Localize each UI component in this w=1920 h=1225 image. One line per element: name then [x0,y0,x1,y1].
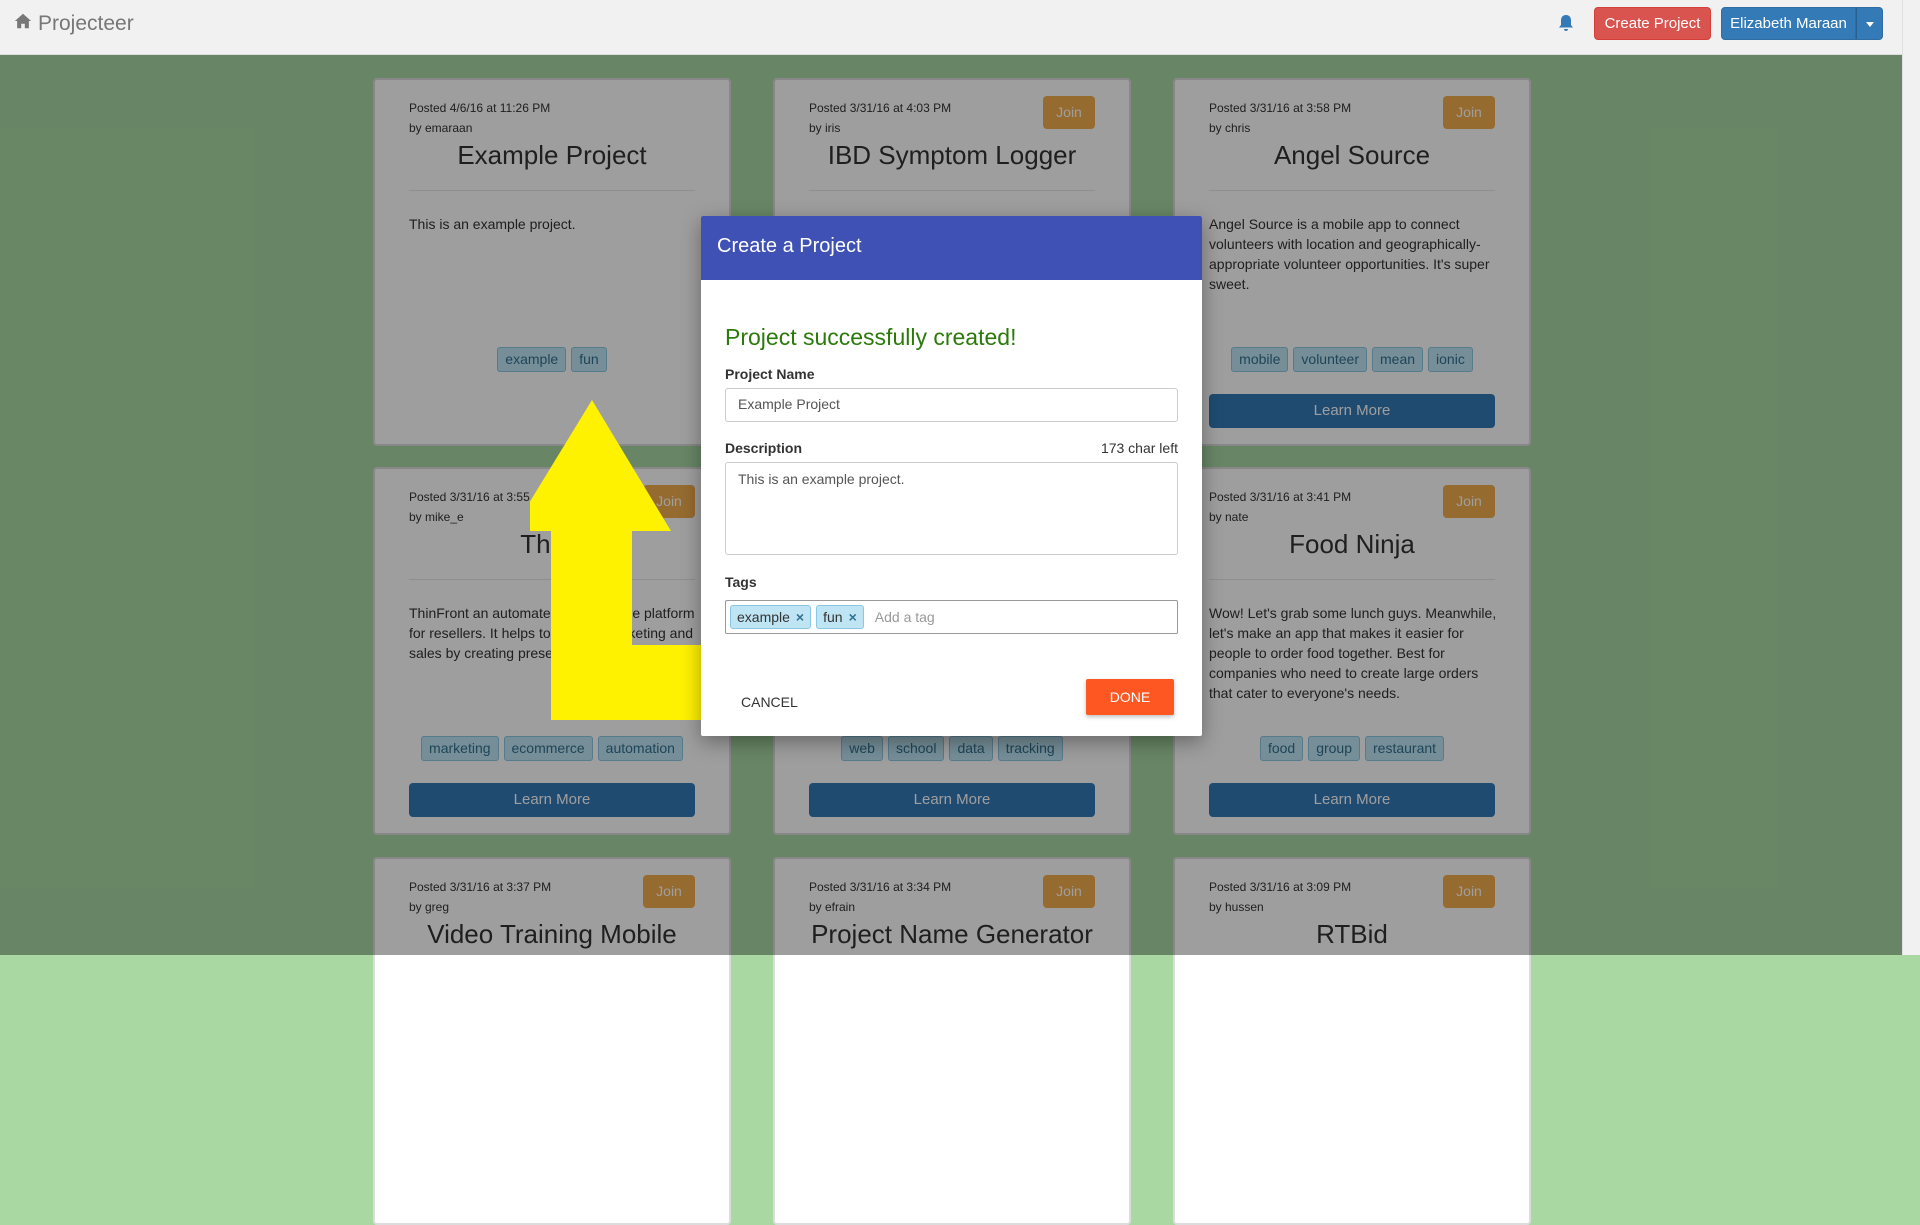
bell-icon[interactable] [1558,14,1574,32]
char-count: 173 char left [1100,440,1178,456]
success-message: Project successfully created! [725,324,1017,350]
brand-name: Projecteer [38,12,134,35]
project-name-input[interactable]: Example Project [725,388,1178,422]
modal-title: Create a Project [701,216,1202,280]
done-button[interactable]: DONE [1086,679,1174,715]
cancel-button[interactable]: CANCEL [741,694,798,710]
create-project-modal: Create a Project Project successfully cr… [701,216,1202,736]
brand-link[interactable]: Projecteer [14,12,134,36]
top-navbar: Projecteer Create Project Elizabeth Mara… [0,0,1902,55]
tag-chip: fun × [816,605,864,629]
tags-input[interactable]: example × fun × Add a tag [725,600,1178,634]
project-name-label: Project Name [725,366,815,382]
user-menu-button[interactable]: Elizabeth Maraan [1721,7,1856,40]
description-textarea[interactable]: This is an example project. [725,462,1178,555]
tag-chip: example × [730,605,812,629]
tags-label: Tags [725,574,757,590]
scrollbar[interactable] [1902,0,1920,955]
user-dropdown-toggle[interactable] [1856,7,1883,40]
home-icon [14,12,32,36]
description-label: Description [725,440,803,456]
create-project-button[interactable]: Create Project [1594,7,1711,40]
remove-tag-icon[interactable]: × [796,609,804,625]
remove-tag-icon[interactable]: × [849,609,857,625]
annotation-arrow [530,400,724,720]
add-tag-placeholder[interactable]: Add a tag [875,609,935,625]
